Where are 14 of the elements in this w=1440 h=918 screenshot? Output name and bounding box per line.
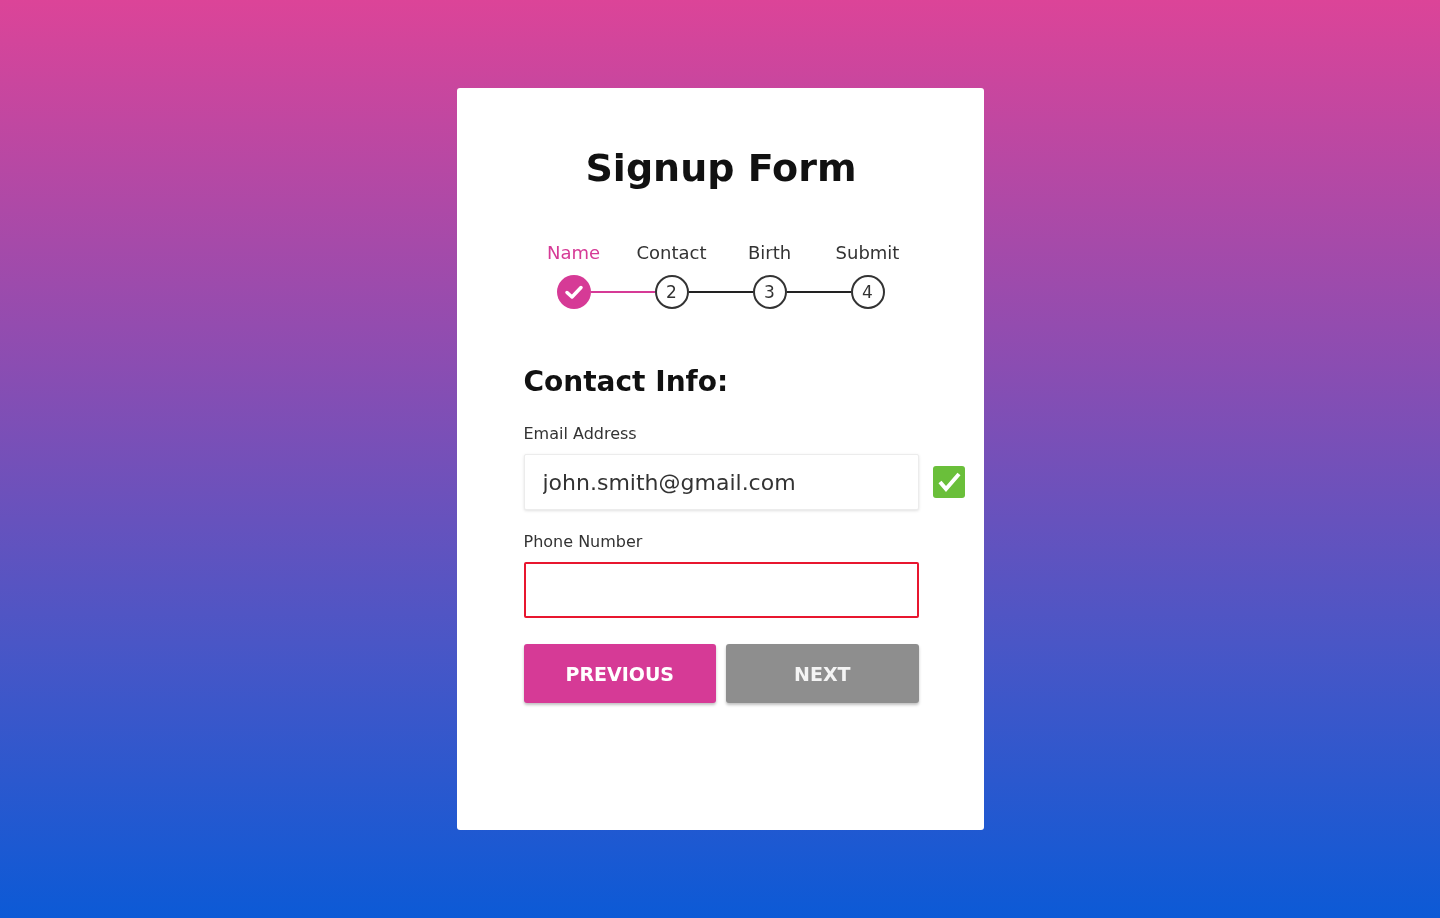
step-label: Contact xyxy=(636,242,707,263)
step-label: Submit xyxy=(835,242,900,263)
step-number: 2 xyxy=(654,275,689,309)
text-field[interactable] xyxy=(523,562,919,618)
section-title: Contact Info: xyxy=(523,365,730,398)
step-label: Birth xyxy=(747,242,792,263)
field-label: Email Address xyxy=(523,424,638,443)
previous-button[interactable]: PREVIOUS xyxy=(523,644,716,703)
step-label: Name xyxy=(546,242,601,263)
step-number: 4 xyxy=(850,275,885,309)
text-field[interactable]: john.smith@gmail.com xyxy=(523,454,919,510)
form-title: Signup Form xyxy=(584,145,858,190)
step-number: 3 xyxy=(752,275,787,309)
field-label: Phone Number xyxy=(523,532,644,551)
